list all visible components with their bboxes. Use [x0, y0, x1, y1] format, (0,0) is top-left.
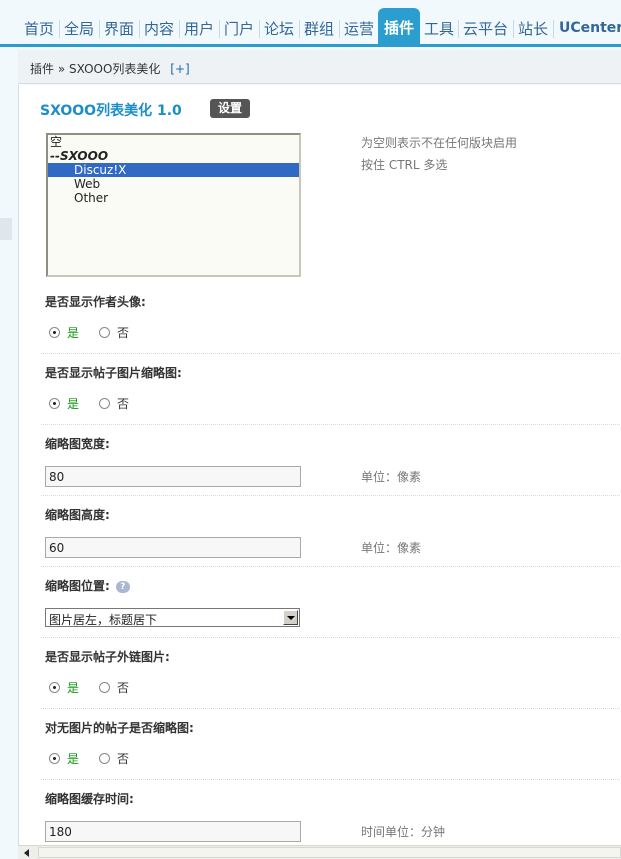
cache-time-label: 缩略图缓存时间:: [45, 792, 134, 806]
radio-label-no: 否: [117, 326, 130, 340]
scroll-left-arrow-icon[interactable]: [24, 849, 29, 857]
no-image-thumb-radios: 是否: [49, 750, 129, 767]
page-title: SXOOO列表美化 1.0: [40, 103, 182, 119]
thumb-width-unit: 单位：像素: [361, 470, 422, 484]
nav-portal[interactable]: 门户: [224, 18, 254, 40]
nav-tools[interactable]: 工具: [424, 18, 454, 40]
list-option[interactable]: Web: [48, 177, 299, 191]
nav-divider: [259, 20, 260, 38]
nav-interface[interactable]: 界面: [104, 18, 134, 40]
radio-label-no: 否: [117, 681, 130, 695]
row-divider: [41, 566, 621, 567]
nav-webmaster[interactable]: 站长: [518, 18, 548, 40]
nav-group[interactable]: 群组: [304, 18, 334, 40]
radio-label-yes: 是: [67, 397, 80, 411]
left-sidebar-edge: [0, 50, 18, 859]
nav-global[interactable]: 全局: [64, 18, 94, 40]
nav-divider: [99, 20, 100, 38]
nav-cloud[interactable]: 云平台: [463, 18, 508, 40]
list-option[interactable]: 空: [48, 135, 299, 149]
row-divider: [41, 495, 621, 496]
show-avatar-radios: 是否: [49, 324, 129, 341]
thumb-position-label: 缩略图位置:?: [45, 577, 130, 594]
plugin-settings-panel: SXOOO列表美化 1.0 设置 空 --SXOOO Discuz!X Web …: [18, 85, 621, 845]
show-external-yes-radio[interactable]: [49, 682, 60, 693]
thumb-position-label-text: 缩略图位置:: [45, 579, 110, 593]
row-divider: [41, 708, 621, 709]
cache-time-input[interactable]: 180: [45, 821, 301, 842]
show-thumb-yes-radio[interactable]: [49, 398, 60, 409]
nav-users[interactable]: 用户: [184, 18, 214, 40]
nav-divider: [139, 20, 140, 38]
add-shortcut-link[interactable]: [+]: [170, 62, 189, 76]
nav-divider: [59, 20, 60, 38]
radio-label-no: 否: [117, 397, 130, 411]
show-external-label: 是否显示帖子外链图片:: [45, 650, 170, 664]
row-divider: [41, 779, 621, 780]
breadcrumb: 插件 » SXOOO列表美化 [+]: [18, 50, 621, 84]
nav-divider: [339, 20, 340, 38]
show-thumb-label: 是否显示帖子图片缩略图:: [45, 366, 182, 380]
nav-home[interactable]: 首页: [24, 18, 54, 40]
show-thumb-no-radio[interactable]: [99, 398, 111, 409]
breadcrumb-separator: »: [57, 62, 66, 76]
nav-divider: [179, 20, 180, 38]
radio-label-yes: 是: [67, 681, 80, 695]
settings-button[interactable]: 设置: [210, 99, 250, 118]
board-hint: 为空则表示不在任何版块启用: [361, 136, 518, 150]
list-option-selected[interactable]: Discuz!X: [48, 163, 299, 177]
nav-divider: [513, 20, 514, 38]
show-thumb-radios: 是否: [49, 395, 129, 412]
dropdown-arrow-icon[interactable]: [283, 610, 298, 625]
question-bubble-icon[interactable]: ?: [115, 581, 130, 593]
thumb-height-input[interactable]: 60: [45, 537, 301, 558]
board-multiselect[interactable]: 空 --SXOOO Discuz!X Web Other: [46, 133, 301, 277]
list-option-group: --SXOOO: [50, 149, 109, 163]
thumb-width-input[interactable]: 80: [45, 466, 301, 487]
row-divider: [41, 424, 621, 425]
nav-forum[interactable]: 论坛: [264, 18, 294, 40]
nav-divider: [458, 20, 459, 38]
nav-divider: [219, 20, 220, 38]
breadcrumb-current: SXOOO列表美化: [69, 62, 161, 76]
no-image-thumb-no-radio[interactable]: [99, 753, 111, 764]
thumb-height-label: 缩略图高度:: [45, 508, 110, 522]
no-image-thumb-label: 对无图片的帖子是否缩略图:: [45, 721, 194, 735]
no-image-thumb-yes-radio[interactable]: [49, 753, 60, 764]
scrollbar-thumb[interactable]: [38, 847, 621, 858]
sidebar-active-marker: [0, 218, 12, 240]
show-avatar-label: 是否显示作者头像:: [45, 295, 146, 309]
radio-label-yes: 是: [67, 752, 80, 766]
show-external-radios: 是否: [49, 679, 129, 696]
cache-time-unit: 时间单位：分钟: [361, 825, 446, 839]
radio-label-yes: 是: [67, 326, 80, 340]
thumb-position-value: 图片居左，标题居下: [49, 613, 158, 627]
nav-plugins[interactable]: 插件: [378, 8, 421, 47]
thumb-height-unit: 单位：像素: [361, 541, 422, 555]
nav-divider: [553, 20, 554, 38]
nav-divider: [299, 20, 300, 38]
thumb-width-label: 缩略图宽度:: [45, 437, 110, 451]
row-divider: [41, 353, 621, 354]
show-avatar-no-radio[interactable]: [99, 327, 111, 338]
horizontal-scrollbar[interactable]: [18, 845, 621, 859]
thumb-position-select[interactable]: 图片居左，标题居下: [45, 608, 300, 627]
board-hint-ctrl: 按住 CTRL 多选: [361, 158, 448, 172]
nav-operation[interactable]: 运营: [344, 18, 374, 40]
show-avatar-yes-radio[interactable]: [49, 327, 60, 338]
row-divider: [41, 637, 621, 638]
nav-ucenter[interactable]: UCenter: [559, 20, 621, 42]
top-nav: 首页 全局 界面 内容 用户 门户 论坛 群组 运营 插件 工具 云平台 站长 …: [0, 0, 621, 47]
radio-label-no: 否: [117, 752, 130, 766]
nav-content[interactable]: 内容: [144, 18, 174, 40]
breadcrumb-root[interactable]: 插件: [30, 62, 54, 76]
show-external-no-radio[interactable]: [99, 682, 111, 693]
list-option[interactable]: Other: [48, 191, 299, 205]
